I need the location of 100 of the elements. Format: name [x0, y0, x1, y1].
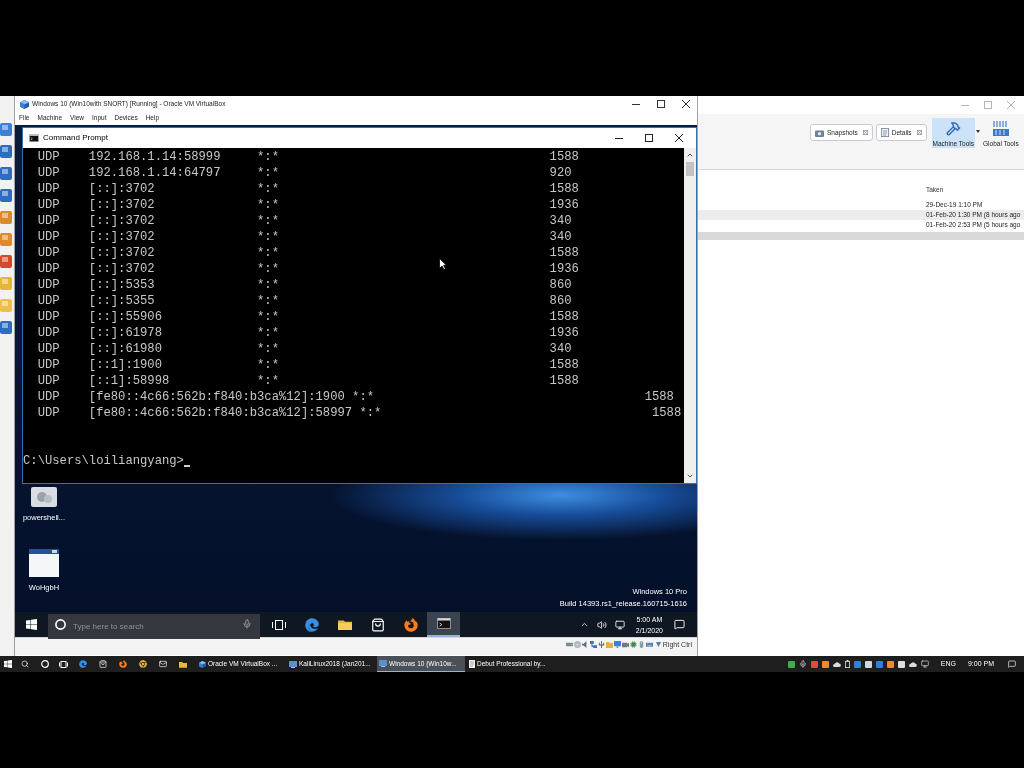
- protocol-cell: UDP: [37, 214, 60, 228]
- desktop-shortcut-icon[interactable]: [0, 167, 12, 180]
- window-icon: [29, 549, 59, 577]
- folder-icon: [337, 618, 352, 631]
- search-field[interactable]: Type here to search: [48, 614, 260, 639]
- scroll-down-icon[interactable]: [686, 472, 694, 480]
- minimize-icon[interactable]: [615, 137, 623, 139]
- volume-icon[interactable]: [596, 619, 607, 630]
- chip-icon[interactable]: [629, 640, 637, 648]
- foreign-address-cell: *:*: [257, 310, 279, 324]
- app-tray-icon[interactable]: [787, 660, 795, 668]
- search-icon[interactable]: [21, 660, 29, 668]
- maximize-icon[interactable]: [657, 100, 665, 108]
- foreign-address-cell: *:*: [257, 342, 279, 356]
- microphone-icon[interactable]: [798, 660, 807, 668]
- close-icon[interactable]: [682, 100, 690, 108]
- protocol-cell: UDP: [37, 262, 60, 276]
- local-address-cell: [::1]:1900: [88, 358, 162, 372]
- foreign-address-cell: *:*: [257, 358, 279, 372]
- pid-cell: 1588: [549, 309, 579, 325]
- desktop-shortcut-icon[interactable]: [0, 189, 12, 202]
- folder-icon[interactable]: [179, 660, 187, 668]
- task-view-icon[interactable]: [59, 660, 68, 668]
- browser-icon[interactable]: [119, 660, 127, 668]
- hammer-icon: [945, 121, 961, 136]
- pid-cell: 1936: [549, 325, 579, 341]
- pid-cell: 340: [549, 229, 572, 245]
- chevron-up-icon[interactable]: [579, 620, 589, 629]
- battery-icon[interactable]: [844, 660, 850, 668]
- microphone-icon[interactable]: [242, 619, 252, 629]
- browser-icon[interactable]: [139, 660, 147, 668]
- notification-icon[interactable]: [674, 619, 685, 630]
- local-address-cell: [::]:3702: [88, 246, 155, 260]
- foreign-address-cell: *:*: [352, 390, 375, 404]
- local-address-cell: [::]:3702: [88, 262, 155, 276]
- local-address-cell: 192.168.1.14:64797: [88, 166, 221, 180]
- pid-cell: 1936: [549, 261, 579, 277]
- notification-icon[interactable]: [1008, 660, 1016, 668]
- document-icon: [469, 660, 475, 668]
- local-address-cell: [::]:61978: [88, 326, 162, 340]
- network-icon[interactable]: [614, 619, 625, 630]
- mail-icon[interactable]: [159, 660, 167, 668]
- keyboard-icon[interactable]: [645, 640, 653, 648]
- search-icon: [55, 619, 66, 630]
- local-address-cell: [::]:3702: [88, 230, 155, 244]
- desktop-shortcut-icon[interactable]: [0, 145, 12, 158]
- file-thumbnail-icon: [31, 487, 57, 507]
- pid-cell: 860: [549, 293, 572, 309]
- monitor-icon: [289, 660, 297, 668]
- browser-icon: [403, 617, 418, 632]
- scrollbar-thumb[interactable]: [686, 162, 694, 176]
- usb-icon[interactable]: [597, 640, 605, 648]
- browser-icon[interactable]: [79, 660, 87, 668]
- desktop-shortcut-icon[interactable]: [0, 321, 12, 334]
- local-address-cell: [::]:55906: [88, 310, 162, 324]
- local-address-cell: [::]:5355: [88, 294, 155, 308]
- speaker-icon[interactable]: [581, 640, 589, 648]
- foreign-address-cell: *:*: [257, 326, 279, 340]
- pid-cell: 920: [549, 165, 572, 181]
- monitor-icon[interactable]: [613, 640, 621, 648]
- protocol-cell: UDP: [37, 390, 60, 404]
- network-icon[interactable]: [589, 640, 597, 648]
- cloud-icon[interactable]: [832, 661, 841, 667]
- protocol-cell: UDP: [37, 358, 60, 372]
- minimize-icon[interactable]: [632, 103, 640, 105]
- cursor-icon: [183, 465, 190, 467]
- pid-cell: 860: [549, 277, 572, 293]
- taskbar-app-button[interactable]: [427, 612, 460, 637]
- windows-logo-icon[interactable]: [26, 619, 37, 630]
- windows-logo-icon[interactable]: [3, 660, 12, 668]
- protocol-cell: UDP: [37, 198, 60, 212]
- pid-cell: 1588: [651, 405, 682, 421]
- network-icon[interactable]: [920, 660, 929, 668]
- protocol-cell: UDP: [37, 246, 60, 260]
- terminal-icon: [29, 134, 39, 142]
- camera-icon[interactable]: [621, 640, 629, 648]
- scroll-up-icon[interactable]: [686, 151, 694, 159]
- window-title: Command Prompt: [43, 132, 108, 144]
- mouse-pointer-icon: [439, 258, 447, 270]
- protocol-cell: UDP: [37, 278, 60, 292]
- maximize-icon[interactable]: [645, 134, 653, 142]
- pid-cell: 1588: [549, 357, 579, 373]
- ring-icon[interactable]: [40, 660, 49, 668]
- foreign-address-cell: *:*: [257, 262, 279, 276]
- pid-cell: 1588: [549, 181, 579, 197]
- scrollbar[interactable]: [684, 148, 696, 483]
- shopping-bag-icon[interactable]: [99, 660, 107, 668]
- dropdown-caret-icon[interactable]: [976, 130, 981, 133]
- foreign-address-cell: *:*: [359, 406, 382, 420]
- close-icon[interactable]: [675, 134, 683, 142]
- mouse-icon[interactable]: [637, 640, 645, 648]
- cloud-icon[interactable]: [908, 661, 917, 667]
- pid-cell: 340: [549, 341, 572, 357]
- pid-cell: 340: [549, 213, 572, 229]
- task-view-icon: [271, 619, 286, 630]
- foreign-address-cell: *:*: [257, 198, 279, 212]
- document-icon: [880, 128, 889, 137]
- pid-cell: 1588: [549, 149, 579, 165]
- protocol-cell: UDP: [37, 150, 60, 164]
- local-address-cell: [::]:3702: [88, 182, 155, 196]
